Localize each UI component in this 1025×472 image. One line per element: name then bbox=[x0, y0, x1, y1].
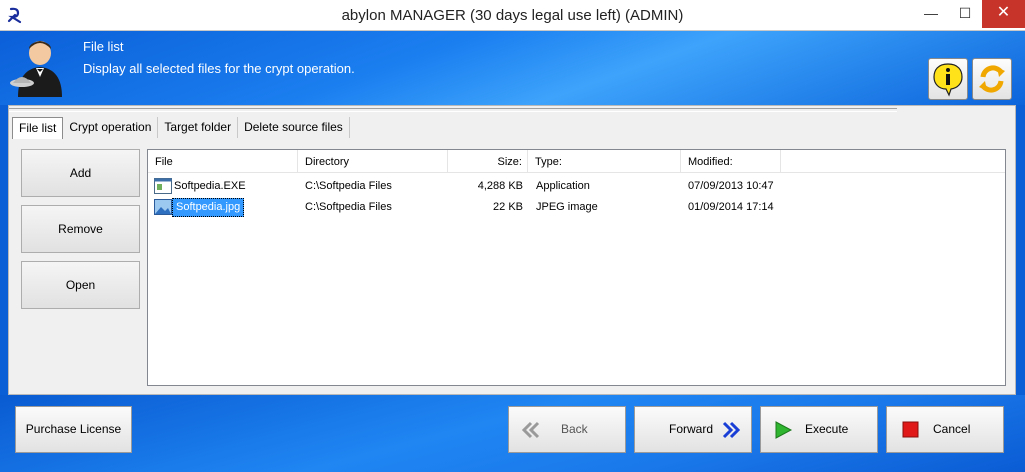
column-header-directory[interactable]: Directory bbox=[298, 150, 448, 173]
title-bar: abylon MANAGER (30 days legal use left) … bbox=[0, 0, 1025, 31]
info-button[interactable] bbox=[928, 58, 968, 100]
file-type: Application bbox=[536, 180, 590, 192]
file-type: JPEG image bbox=[536, 201, 598, 213]
add-button[interactable]: Add bbox=[21, 149, 140, 197]
list-header: File Directory Size: Type: Modified: bbox=[148, 150, 1005, 173]
remove-button[interactable]: Remove bbox=[21, 205, 140, 253]
back-label: Back bbox=[561, 422, 588, 436]
image-file-icon bbox=[154, 199, 172, 215]
page-header: File list Display all selected files for… bbox=[0, 31, 1025, 105]
info-icon bbox=[933, 63, 963, 97]
column-header-file[interactable]: File bbox=[148, 150, 298, 173]
file-size: 22 KB bbox=[493, 201, 523, 213]
header-title: File list bbox=[83, 39, 124, 54]
column-header-type[interactable]: Type: bbox=[528, 150, 681, 173]
file-list-view[interactable]: File Directory Size: Type: Modified: Sof… bbox=[147, 149, 1006, 386]
refresh-icon bbox=[979, 65, 1005, 93]
file-name: Softpedia.jpg bbox=[172, 198, 245, 217]
cancel-label: Cancel bbox=[933, 422, 971, 436]
table-row[interactable]: Softpedia.jpg C:\Softpedia Files 22 KB J… bbox=[148, 197, 1005, 218]
tab-target-folder[interactable]: Target folder bbox=[158, 117, 239, 138]
maximize-button[interactable]: ☐ bbox=[948, 0, 982, 28]
forward-label: Forward bbox=[669, 422, 714, 436]
file-name: Softpedia.EXE bbox=[174, 180, 246, 192]
butler-avatar-icon bbox=[10, 41, 62, 97]
table-row[interactable]: Softpedia.EXE C:\Softpedia Files 4,288 K… bbox=[148, 176, 1005, 197]
file-directory: C:\Softpedia Files bbox=[305, 201, 392, 213]
file-size: 4,288 KB bbox=[477, 180, 523, 192]
file-modified: 01/09/2014 17:14 bbox=[688, 201, 774, 213]
minimize-button[interactable]: — bbox=[914, 0, 948, 28]
header-subtitle: Display all selected files for the crypt… bbox=[83, 61, 355, 76]
purchase-license-label: Purchase License bbox=[25, 422, 122, 436]
tab-bar: File list Crypt operation Target folder … bbox=[12, 117, 350, 139]
refresh-button[interactable] bbox=[972, 58, 1012, 100]
back-button[interactable]: Back bbox=[508, 406, 626, 453]
column-header-size[interactable]: Size: bbox=[448, 150, 528, 173]
header-divider bbox=[9, 108, 897, 112]
footer-bar: Purchase License Back Forward Execute Ca… bbox=[0, 395, 1025, 472]
forward-button[interactable]: Forward bbox=[634, 406, 752, 453]
close-button[interactable]: ✕ bbox=[982, 0, 1025, 28]
main-panel: File list Crypt operation Target folder … bbox=[8, 105, 1016, 395]
tab-crypt-operation[interactable]: Crypt operation bbox=[63, 117, 159, 138]
purchase-license-button[interactable]: Purchase License bbox=[15, 406, 132, 453]
column-header-modified[interactable]: Modified: bbox=[681, 150, 781, 173]
play-icon bbox=[775, 421, 793, 439]
double-chevron-right-icon bbox=[722, 421, 741, 439]
exe-file-icon bbox=[154, 178, 172, 194]
cancel-button[interactable]: Cancel bbox=[886, 406, 1004, 453]
file-modified: 07/09/2013 10:47 bbox=[688, 180, 774, 192]
open-button[interactable]: Open bbox=[21, 261, 140, 309]
tab-delete-source-files[interactable]: Delete source files bbox=[238, 117, 350, 138]
file-directory: C:\Softpedia Files bbox=[305, 180, 392, 192]
execute-button[interactable]: Execute bbox=[760, 406, 878, 453]
stop-icon bbox=[902, 421, 919, 438]
execute-label: Execute bbox=[805, 422, 849, 436]
double-chevron-left-icon bbox=[521, 421, 540, 439]
tab-file-list[interactable]: File list bbox=[12, 117, 64, 139]
window-title: abylon MANAGER (30 days legal use left) … bbox=[341, 7, 684, 24]
